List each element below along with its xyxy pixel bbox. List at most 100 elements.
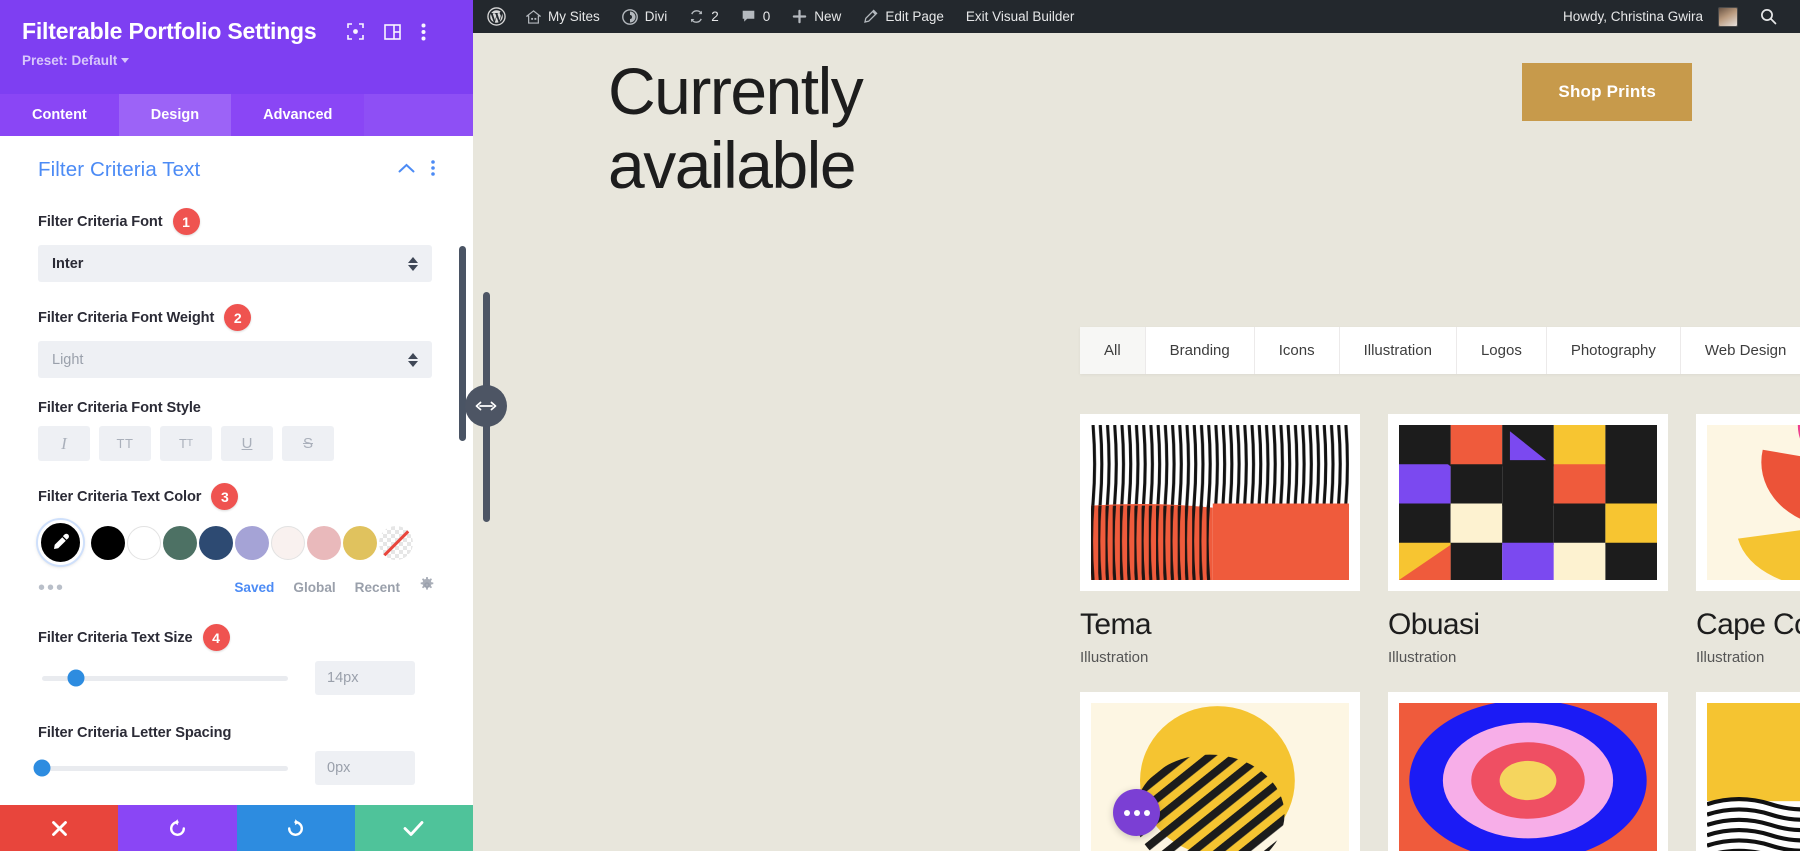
section-options-vertical-dots-icon[interactable] xyxy=(431,160,435,181)
portfolio-filter-bar: All Branding Icons Illustration Logos Ph… xyxy=(1080,327,1800,374)
preset-label: Preset: Default xyxy=(22,53,117,68)
letter-spacing-value[interactable]: 0px xyxy=(315,751,415,785)
portfolio-item-title: Cape Coast xyxy=(1696,608,1800,642)
filter-branding[interactable]: Branding xyxy=(1146,327,1255,374)
save-button[interactable] xyxy=(355,805,473,851)
slider-knob[interactable] xyxy=(34,760,51,777)
filter-logos[interactable]: Logos xyxy=(1457,327,1547,374)
color-tab-global[interactable]: Global xyxy=(293,580,335,595)
panel-body: Filter Criteria Text xyxy=(0,136,473,805)
module-settings-panel: Filterable Portfolio Settings xyxy=(0,0,473,851)
field-label: Filter Criteria Text Size xyxy=(38,630,193,646)
edit-page-menu[interactable]: Edit Page xyxy=(852,0,955,33)
filter-all[interactable]: All xyxy=(1080,327,1146,374)
filter-web-design[interactable]: Web Design xyxy=(1681,327,1800,374)
more-colors-ellipsis-icon[interactable]: ••• xyxy=(38,583,65,593)
color-swatch-row xyxy=(38,520,435,565)
portfolio-item[interactable]: Cape Coast Illustration xyxy=(1696,414,1800,666)
my-sites-menu[interactable]: My Sites xyxy=(515,0,611,33)
spinner-icon xyxy=(408,353,418,367)
exit-visual-builder-menu[interactable]: Exit Visual Builder xyxy=(955,0,1086,33)
comments-count: 0 xyxy=(763,9,771,24)
field-filter-criteria-text-color: Filter Criteria Text Color 3 xyxy=(38,483,435,598)
vertical-dots-icon[interactable] xyxy=(421,23,426,41)
hero-section: Currently available Shop Prints xyxy=(473,33,1800,63)
page-title: Currently available xyxy=(608,55,1028,203)
tab-advanced[interactable]: Advanced xyxy=(231,94,364,136)
shop-prints-button[interactable]: Shop Prints xyxy=(1522,63,1692,121)
gear-icon[interactable] xyxy=(419,577,435,598)
tab-content[interactable]: Content xyxy=(0,94,119,136)
filter-photography[interactable]: Photography xyxy=(1547,327,1681,374)
howdy-menu[interactable]: Howdy, Christina Gwira xyxy=(1552,0,1749,33)
portfolio-thumbnail xyxy=(1399,425,1657,580)
divi-menu[interactable]: Divi xyxy=(611,0,679,33)
undo-button[interactable] xyxy=(118,805,236,851)
preset-selector[interactable]: Preset: Default xyxy=(22,52,451,70)
swatch-black[interactable] xyxy=(91,526,125,560)
font-weight-select[interactable]: Light xyxy=(38,341,432,378)
swatch-gold[interactable] xyxy=(343,526,377,560)
panel-title: Filterable Portfolio Settings xyxy=(22,18,317,45)
fullscreen-icon[interactable] xyxy=(347,23,364,40)
field-filter-criteria-font: Filter Criteria Font 1 Inter xyxy=(38,208,435,282)
horizontal-resize-icon[interactable] xyxy=(465,385,507,427)
chevron-up-icon[interactable] xyxy=(398,161,415,179)
letter-spacing-slider[interactable] xyxy=(42,766,288,771)
swatch-white[interactable] xyxy=(127,526,161,560)
spinner-icon xyxy=(408,257,418,271)
field-label: Filter Criteria Font xyxy=(38,214,163,230)
panel-header: Filterable Portfolio Settings xyxy=(0,0,473,94)
swatch-periwinkle[interactable] xyxy=(235,526,269,560)
swatch-pink[interactable] xyxy=(307,526,341,560)
sites-icon xyxy=(526,10,541,24)
italic-button[interactable]: I xyxy=(38,426,90,461)
text-size-value[interactable]: 14px xyxy=(315,661,415,695)
updates-menu[interactable]: 2 xyxy=(678,0,730,33)
eyedropper-icon[interactable] xyxy=(38,520,83,565)
portfolio-item[interactable]: Tema Illustration xyxy=(1080,414,1360,666)
divi-label: Divi xyxy=(645,9,668,24)
swatch-navy[interactable] xyxy=(199,526,233,560)
tab-design[interactable]: Design xyxy=(119,94,231,136)
capitalize-button[interactable]: TT xyxy=(160,426,212,461)
my-sites-label: My Sites xyxy=(548,9,600,24)
section-header-filter-criteria-text[interactable]: Filter Criteria Text xyxy=(38,158,435,182)
uppercase-button[interactable]: TT xyxy=(99,426,151,461)
filter-illustration[interactable]: Illustration xyxy=(1340,327,1457,374)
discard-button[interactable] xyxy=(0,805,118,851)
field-filter-criteria-font-style: Filter Criteria Font Style I TT TT U S xyxy=(38,400,435,461)
swatch-green[interactable] xyxy=(163,526,197,560)
updates-icon xyxy=(689,9,704,24)
portfolio-item[interactable]: Obuasi Illustration xyxy=(1388,414,1668,666)
strikethrough-button[interactable]: S xyxy=(282,426,334,461)
new-menu[interactable]: New xyxy=(781,0,852,33)
portfolio-item[interactable] xyxy=(1696,692,1800,851)
layout-columns-icon[interactable] xyxy=(384,24,401,40)
redo-button[interactable] xyxy=(237,805,355,851)
color-tab-saved[interactable]: Saved xyxy=(234,580,274,595)
color-tab-recent[interactable]: Recent xyxy=(355,580,400,595)
font-style-button-group: I TT TT U S xyxy=(38,426,435,461)
updates-count: 2 xyxy=(711,9,719,24)
annotation-badge-3: 3 xyxy=(211,483,238,510)
section-title: Filter Criteria Text xyxy=(38,158,200,182)
swatch-off-white[interactable] xyxy=(271,526,305,560)
comments-menu[interactable]: 0 xyxy=(730,0,782,33)
search-icon[interactable] xyxy=(1749,0,1788,33)
field-label: Filter Criteria Font Weight xyxy=(38,310,214,326)
swatch-transparent[interactable] xyxy=(379,526,413,560)
slider-knob[interactable] xyxy=(68,670,85,687)
annotation-badge-4: 4 xyxy=(203,624,230,651)
portfolio-item[interactable] xyxy=(1388,692,1668,851)
font-select[interactable]: Inter xyxy=(38,245,432,282)
filter-icons[interactable]: Icons xyxy=(1255,327,1340,374)
field-filter-criteria-font-weight: Filter Criteria Font Weight 2 Light xyxy=(38,304,435,378)
underline-button[interactable]: U xyxy=(221,426,273,461)
wordpress-logo-icon[interactable] xyxy=(487,0,515,33)
ellipsis-icon[interactable] xyxy=(1113,789,1160,836)
comment-icon xyxy=(741,9,756,24)
portfolio-item-category: Illustration xyxy=(1080,649,1360,666)
text-size-slider[interactable] xyxy=(42,676,288,681)
portfolio-thumbnail xyxy=(1707,425,1800,580)
